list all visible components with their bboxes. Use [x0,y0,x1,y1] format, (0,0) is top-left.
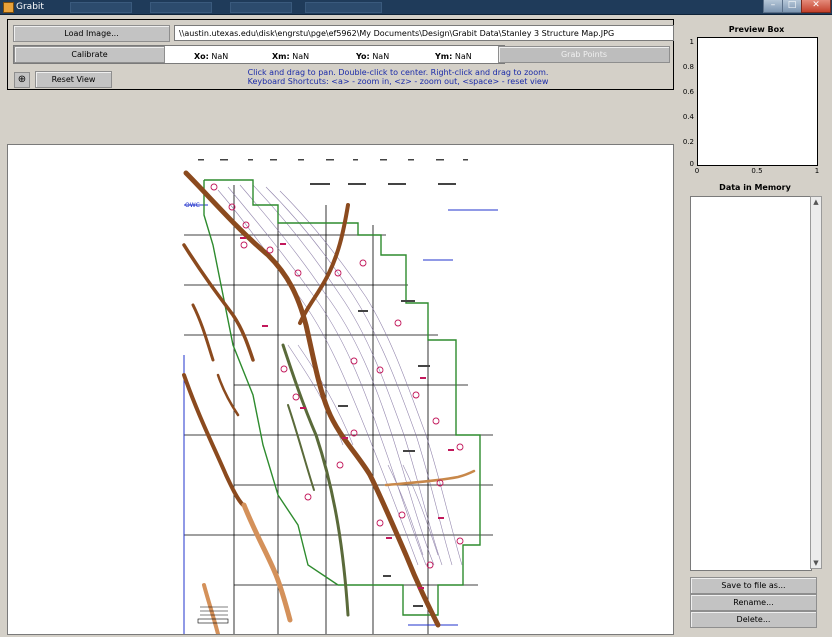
background-window-ghost [70,2,132,13]
title-bar: Grabit – □ ✕ [0,0,832,15]
zoom-icon[interactable]: ⊕ [14,72,30,88]
scroll-down-icon[interactable]: ▼ [811,558,821,568]
structure-map-image: OWC [182,145,498,634]
control-panel: Load Image... \\austin.utexas.edu\disk\e… [7,19,674,90]
maximize-button[interactable]: □ [782,0,802,13]
xo-label: Xo: [194,52,209,61]
preview-x-tick: 1 [814,167,820,175]
owc-label: OWC [185,202,200,209]
ym-value: NaN [454,52,472,61]
pan-hint: Click and drag to pan. Double-click to c… [247,68,549,77]
xm-value: NaN [292,52,310,61]
background-window-ghost [230,2,292,13]
close-button[interactable]: ✕ [801,0,831,13]
scroll-up-icon[interactable]: ▲ [811,197,821,207]
data-memory-list[interactable] [690,196,812,571]
grab-points-button[interactable]: Grab Points [498,46,670,63]
preview-x-tick: 0.5 [751,167,763,175]
yo-readout: Yo: NaN [356,52,389,61]
preview-y-tick: 0.6 [682,88,694,96]
preview-y-tick: 0.2 [682,138,694,146]
preview-y-tick: 0.8 [682,63,694,71]
ym-readout: Ym: NaN [435,52,472,61]
save-to-file-button[interactable]: Save to file as... [690,577,817,594]
rename-button[interactable]: Rename... [690,594,817,611]
preview-box [697,37,818,166]
yo-value: NaN [372,52,390,61]
xm-label: Xm: [272,52,290,61]
background-window-ghost [305,2,382,13]
data-list-scrollbar[interactable]: ▲ ▼ [810,196,822,569]
preview-y-tick: 1 [689,38,694,46]
yo-label: Yo: [356,52,370,61]
reset-view-button[interactable]: Reset View [35,71,112,88]
xm-readout: Xm: NaN [272,52,309,61]
ym-label: Ym: [435,52,453,61]
preview-y-tick: 0.4 [682,113,694,121]
xo-value: NaN [211,52,229,61]
image-viewport[interactable]: OWC [7,144,674,635]
delete-button[interactable]: Delete... [690,611,817,628]
minimize-button[interactable]: – [763,0,783,13]
file-path-field[interactable]: \\austin.utexas.edu\disk\engrstu\pge\ef5… [174,25,674,41]
preview-x-tick: 0 [694,167,700,175]
app-icon [3,2,14,13]
xo-readout: Xo: NaN [194,52,228,61]
data-in-memory-title: Data in Memory [719,183,791,192]
calibrate-button[interactable]: Calibrate [14,46,165,63]
window-title: Grabit [16,2,44,12]
shortcut-hint: Keyboard Shortcuts: <a> - zoom in, <z> -… [247,77,549,86]
load-image-button[interactable]: Load Image... [13,25,170,42]
background-window-ghost [150,2,212,13]
preview-box-title: Preview Box [728,25,785,34]
